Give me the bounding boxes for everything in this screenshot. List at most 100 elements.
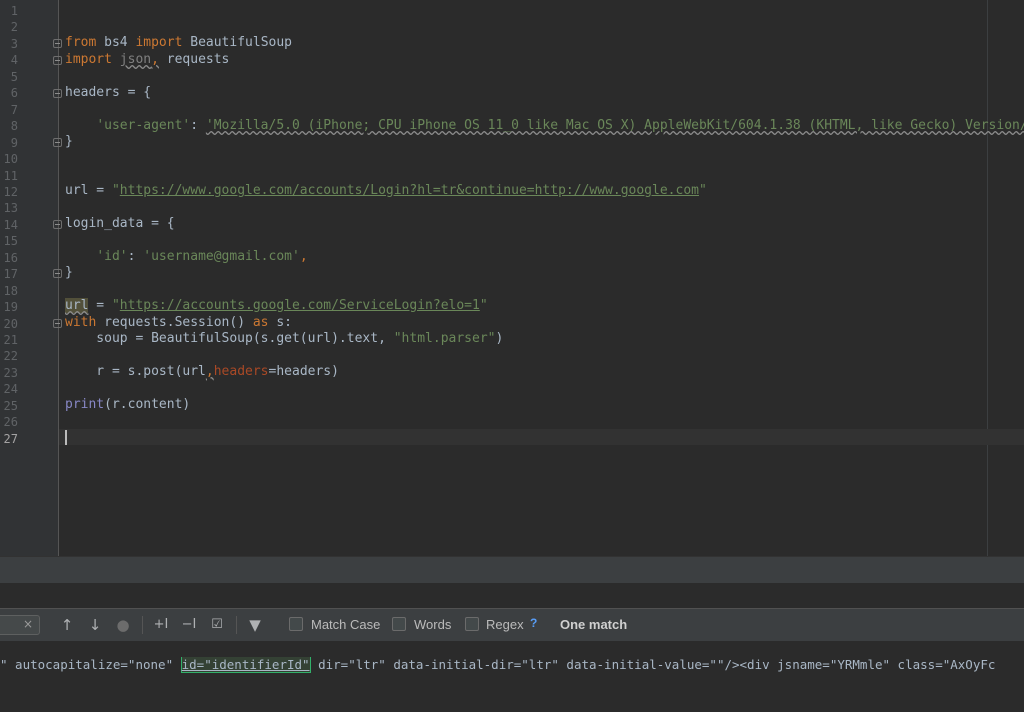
match-highlight: id="identifierId": [180, 657, 311, 673]
quote: ": [111, 183, 120, 198]
keyword: from: [65, 35, 97, 50]
regex-label[interactable]: Regex: [486, 616, 524, 633]
code-line-4[interactable]: import json, requests: [65, 52, 229, 68]
fold-marker-icon[interactable]: [53, 89, 62, 98]
words-checkbox[interactable]: [392, 617, 406, 631]
code-line-23[interactable]: r = s.post(url,headers=headers): [65, 364, 339, 380]
toolbar-separator: [236, 616, 237, 634]
url-link[interactable]: https://accounts.google.com/ServiceLogin…: [120, 298, 480, 313]
fold-marker-icon[interactable]: [53, 269, 62, 278]
code-text: :: [127, 249, 144, 264]
line-number: 22: [3, 349, 18, 364]
keyword: with: [65, 315, 97, 330]
keyword: import: [135, 35, 183, 50]
line-number: 19: [3, 300, 18, 315]
line-number: 14: [3, 217, 18, 232]
fold-marker-icon[interactable]: [53, 319, 62, 328]
fold-marker-icon[interactable]: [53, 220, 62, 229]
line-number: 6: [10, 86, 18, 101]
code-text: bs4: [96, 35, 136, 50]
clear-search-icon[interactable]: ×: [23, 617, 33, 631]
quote: ": [111, 298, 120, 313]
line-number: 1: [10, 4, 18, 18]
line-number: 12: [3, 184, 18, 199]
keyword-argument: headers: [213, 364, 269, 379]
regex-checkbox[interactable]: [465, 617, 479, 631]
previous-occurrence-icon[interactable]: ↑: [58, 616, 76, 634]
line-number: 10: [3, 152, 18, 167]
code-line-19[interactable]: url = "https://accounts.google.com/Servi…: [65, 298, 488, 314]
code-text: :: [190, 118, 206, 133]
add-occurrence-icon[interactable]: +I: [152, 616, 170, 634]
line-number: 5: [10, 69, 18, 84]
filter-icon[interactable]: ▼: [246, 616, 264, 634]
line-number: 27: [3, 431, 18, 446]
search-result-text[interactable]: " autocapitalize="none" id="identifierId…: [0, 657, 1024, 673]
text-caret: [65, 430, 67, 445]
code-line-14[interactable]: login_data = {: [65, 216, 175, 232]
code-line-17[interactable]: }: [65, 265, 73, 281]
line-number: 20: [3, 316, 18, 331]
words-label[interactable]: Words: [414, 616, 451, 633]
line-number: 26: [3, 415, 18, 430]
match-case-label[interactable]: Match Case: [311, 616, 380, 633]
code-line-25[interactable]: print(r.content): [65, 397, 190, 413]
code-text: headers = {: [65, 85, 152, 100]
find-all-occurrences-icon[interactable]: ●: [114, 616, 132, 634]
line-number: 9: [10, 135, 18, 150]
fold-marker-icon[interactable]: [53, 39, 62, 48]
code-text: (r.content): [104, 397, 191, 412]
remove-occurrence-icon[interactable]: −I: [180, 616, 198, 634]
match-count-status: One match: [560, 617, 628, 632]
match-case-checkbox[interactable]: [289, 617, 303, 631]
code-line-21[interactable]: soup = BeautifulSoup(s.get(url).text, "h…: [65, 331, 503, 347]
code-line-8[interactable]: 'user-agent': 'Mozilla/5.0 (iPhone; CPU …: [65, 118, 1024, 134]
code-text: =: [88, 298, 112, 313]
result-text-before: " autocapitalize="none": [0, 657, 181, 672]
fold-marker-icon[interactable]: [53, 56, 62, 65]
line-number: 18: [3, 283, 18, 298]
code-text: ): [495, 331, 504, 346]
url-link[interactable]: https://www.google.com/accounts/Login?hl…: [120, 183, 699, 198]
code-text: requests.Session(): [96, 315, 253, 330]
current-line-highlight: [59, 429, 1024, 445]
code-line-9[interactable]: }: [65, 134, 73, 150]
quote: ": [479, 298, 488, 313]
code-line-3[interactable]: from bs4 import BeautifulSoup: [65, 35, 292, 51]
code-line-6[interactable]: headers = {: [65, 85, 151, 101]
line-number: 21: [3, 333, 18, 347]
code-text: r = s.post(url: [65, 364, 206, 379]
string-literal: 'id': [96, 249, 128, 264]
line-number: 8: [10, 119, 18, 134]
line-number: 23: [3, 365, 18, 380]
search-input[interactable]: ×: [0, 615, 40, 635]
string-literal: 'user-agent': [96, 118, 191, 133]
string-literal: 'Mozilla/5.0 (iPhone; CPU iPhone OS 11_0…: [205, 118, 1024, 133]
line-number: 16: [3, 250, 18, 265]
code-line-16[interactable]: 'id': 'username@gmail.com',: [65, 249, 307, 265]
code-text: BeautifulSoup: [182, 35, 292, 50]
code-editor[interactable]: 1 2 3 4 5 6 7 8 9 10 11 12 13 14 15 16 17 18 19 20 21 22 23 24 2…: [0, 0, 1024, 556]
gutter-divider: [58, 0, 59, 556]
line-number: 25: [3, 398, 18, 413]
code-line-20[interactable]: with requests.Session() as s:: [65, 315, 292, 331]
builtin-function: print: [65, 397, 105, 412]
line-number: 2: [10, 20, 18, 35]
comma: ,: [205, 364, 214, 379]
select-all-occurrences-icon[interactable]: ☑: [208, 616, 226, 634]
regex-help-link[interactable]: ?: [530, 616, 537, 630]
code-text: requests: [158, 52, 230, 67]
toolbar-separator: [142, 616, 143, 634]
line-number: 13: [3, 201, 18, 216]
fold-marker-icon[interactable]: [53, 138, 62, 147]
code-line-12[interactable]: url = "https://www.google.com/accounts/L…: [65, 183, 707, 199]
code-text: url =: [65, 183, 112, 198]
line-number: 11: [3, 168, 18, 183]
tool-window-header: [0, 556, 1024, 583]
line-number: 3: [10, 36, 18, 51]
comma: ,: [151, 52, 159, 67]
string-literal: 'username@gmail.com': [143, 249, 300, 264]
highlighted-variable: url: [65, 298, 89, 313]
quote: ": [698, 183, 707, 198]
next-occurrence-icon[interactable]: ↓: [86, 616, 104, 634]
